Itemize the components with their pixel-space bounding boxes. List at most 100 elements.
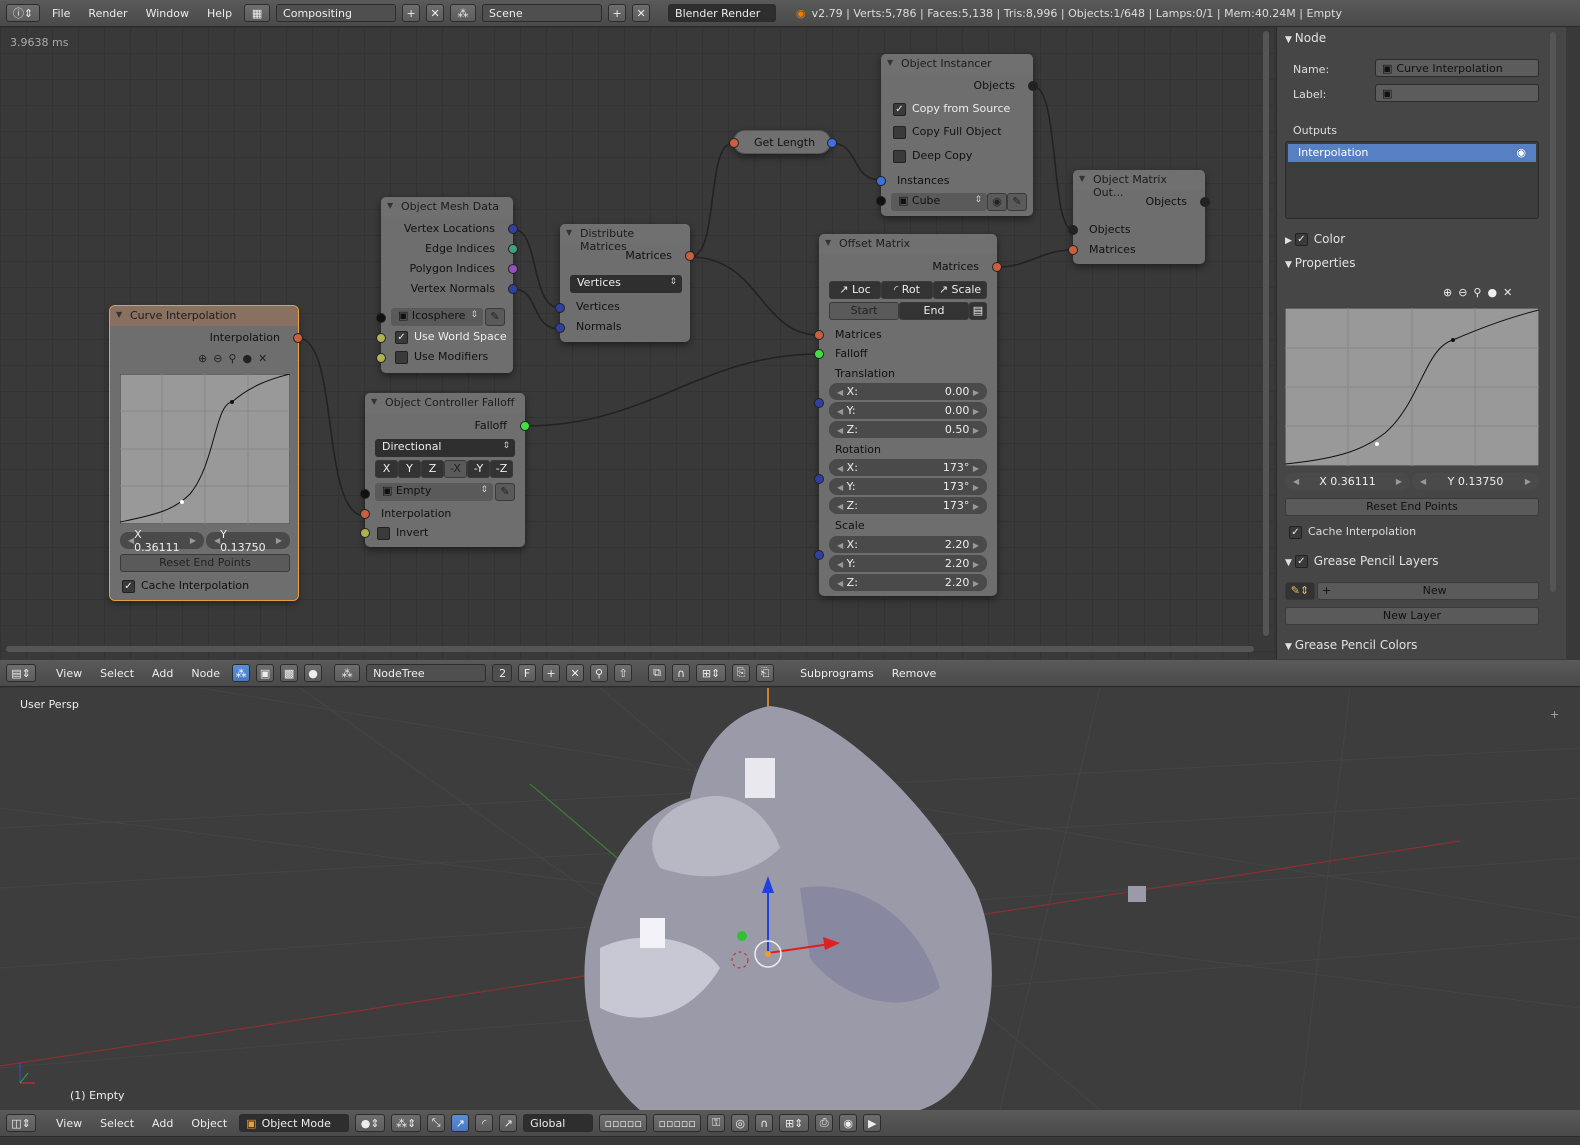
- socket[interactable]: [360, 489, 370, 499]
- object-field[interactable]: ▣ Empty: [375, 483, 493, 501]
- remove-scene-icon[interactable]: ✕: [632, 4, 651, 22]
- socket[interactable]: [685, 251, 695, 261]
- interpolation-output-socket[interactable]: [293, 333, 303, 343]
- socket[interactable]: [814, 330, 824, 340]
- start-button[interactable]: Start: [829, 302, 899, 320]
- socket[interactable]: [360, 509, 370, 519]
- node-title[interactable]: Offset Matrix: [819, 234, 997, 254]
- parent-icon[interactable]: ⇧: [614, 664, 633, 682]
- options-icon[interactable]: ▤: [969, 302, 987, 320]
- panel-scrollbar[interactable]: [1550, 32, 1556, 592]
- grease-pencil-layers-header[interactable]: ✓Grease Pencil Layers: [1285, 554, 1439, 568]
- editor-type-icon[interactable]: ▤⇕: [6, 664, 36, 682]
- use-world-space-checkbox[interactable]: ✓ Use World Space: [395, 330, 507, 344]
- mode-select[interactable]: Vertices: [570, 275, 682, 293]
- paste-icon[interactable]: ⎗: [756, 664, 775, 682]
- fake-user-button[interactable]: F: [518, 664, 537, 682]
- users-count[interactable]: 2: [492, 664, 513, 682]
- add-tree-icon[interactable]: +: [542, 664, 561, 682]
- socket[interactable]: [876, 196, 886, 206]
- pivot-icon[interactable]: ⁂⇕: [391, 1114, 422, 1132]
- socket[interactable]: [508, 244, 518, 254]
- scene-field[interactable]: Scene: [482, 4, 603, 22]
- texture-icon[interactable]: ▩: [280, 664, 299, 682]
- object-instancer-node[interactable]: Object Instancer Objects ✓Copy from Sour…: [876, 54, 1038, 216]
- snap-target-icon[interactable]: ⊞⇕: [696, 664, 727, 682]
- rotation-z-field[interactable]: ◀ Z: 173° ▶: [829, 497, 987, 514]
- menu-select[interactable]: Select: [94, 1117, 140, 1130]
- curve-y-field[interactable]: ◀ Y 0.13750 ▶: [206, 528, 290, 554]
- add-scene-icon[interactable]: +: [608, 4, 627, 22]
- eyedropper-icon[interactable]: ✎: [1007, 193, 1027, 211]
- socket[interactable]: [555, 303, 565, 313]
- info-editor-icon[interactable]: ⓘ⇕: [6, 4, 40, 22]
- menu-object[interactable]: Object: [185, 1117, 233, 1130]
- socket[interactable]: [827, 138, 837, 148]
- layers-grid-b[interactable]: ▫▫▫▫▫: [653, 1114, 702, 1132]
- layers-grid-a[interactable]: ▫▫▫▫▫: [599, 1114, 648, 1132]
- socket[interactable]: [1200, 197, 1210, 207]
- socket[interactable]: [1028, 81, 1038, 91]
- translation-z-field[interactable]: ◀ Z: 0.50 ▶: [829, 421, 987, 438]
- socket[interactable]: [555, 323, 565, 333]
- add-layout-icon[interactable]: +: [402, 4, 421, 22]
- curve-tools[interactable]: ⊕⊖⚲●✕: [1443, 286, 1518, 299]
- remove-layout-icon[interactable]: ✕: [426, 4, 445, 22]
- color-panel-header[interactable]: ✓Color: [1285, 232, 1345, 246]
- label-field[interactable]: ▣: [1375, 84, 1539, 102]
- get-length-node[interactable]: Get Length: [729, 130, 837, 154]
- eyedropper-icon[interactable]: ✎: [485, 308, 505, 326]
- curve-tools[interactable]: ⊕⊖⚲●✕: [198, 352, 273, 365]
- lock-icon[interactable]: ⚿: [707, 1114, 726, 1132]
- reset-end-points-button[interactable]: Reset End Points: [1285, 498, 1539, 516]
- socket[interactable]: [1068, 245, 1078, 255]
- curve-widget[interactable]: [120, 374, 290, 524]
- editor-type-icon[interactable]: ◫⇕: [6, 1114, 36, 1132]
- rot-tab[interactable]: ◜ Rot: [881, 281, 933, 299]
- node-tree-field[interactable]: NodeTree: [366, 664, 487, 682]
- translate-icon[interactable]: ↗: [451, 1114, 470, 1132]
- remove-menu[interactable]: Remove: [886, 667, 943, 680]
- use-modifiers-checkbox[interactable]: Use Modifiers: [395, 350, 488, 364]
- object-matrix-output-node[interactable]: Object Matrix Out... Objects Objects Mat…: [1068, 170, 1210, 264]
- node-title[interactable]: Distribute Matrices: [560, 224, 690, 253]
- socket[interactable]: [508, 224, 518, 234]
- socket[interactable]: [508, 284, 518, 294]
- axis-y-button[interactable]: Y: [398, 460, 421, 478]
- scale-x-field[interactable]: ◀ X: 2.20 ▶: [829, 536, 987, 553]
- socket[interactable]: [992, 262, 1002, 272]
- socket[interactable]: [360, 528, 370, 538]
- gp-new-button[interactable]: + New: [1317, 582, 1539, 600]
- subprograms-menu[interactable]: Subprograms: [794, 667, 880, 680]
- nodetree-icon[interactable]: ⁂: [334, 664, 361, 682]
- node-tree-type-icon[interactable]: ⁂: [232, 664, 251, 682]
- socket[interactable]: [814, 550, 824, 560]
- object-field[interactable]: ▣ Cube: [891, 193, 987, 211]
- object-controller-falloff-node[interactable]: Object Controller Falloff Falloff Direct…: [360, 393, 530, 547]
- curve-interpolation-node[interactable]: Curve Interpolation Interpolation ⊕⊖⚲●✕ …: [109, 305, 303, 601]
- pin-icon[interactable]: ⚲: [590, 664, 609, 682]
- render-anim-icon[interactable]: ▶: [863, 1114, 882, 1132]
- socket[interactable]: [508, 264, 518, 274]
- proportional-icon[interactable]: ◎: [731, 1114, 750, 1132]
- output-list-item[interactable]: Interpolation ◉: [1288, 144, 1536, 162]
- socket[interactable]: [729, 138, 739, 148]
- eye-icon[interactable]: ◉: [987, 193, 1007, 211]
- 3d-viewport[interactable]: User Persp (1) Empty +: [0, 688, 1580, 1110]
- scale-y-field[interactable]: ◀ Y: 2.20 ▶: [829, 555, 987, 572]
- rotation-x-field[interactable]: ◀ X: 173° ▶: [829, 459, 987, 476]
- snap-icon[interactable]: ∩: [755, 1114, 774, 1132]
- screen-layout-field[interactable]: Compositing: [276, 4, 397, 22]
- rotation-y-field[interactable]: ◀ Y: 173° ▶: [829, 478, 987, 495]
- translation-y-field[interactable]: ◀ Y: 0.00 ▶: [829, 402, 987, 419]
- mode-select[interactable]: ▣ Object Mode: [239, 1114, 350, 1132]
- deep-copy-checkbox[interactable]: Deep Copy: [893, 149, 972, 163]
- render-engine-select[interactable]: Blender Render: [668, 4, 777, 22]
- menu-add[interactable]: Add: [146, 1117, 179, 1130]
- axis-x-button[interactable]: X: [375, 460, 398, 478]
- node-title[interactable]: Object Controller Falloff: [365, 393, 525, 413]
- menu-select[interactable]: Select: [94, 667, 140, 680]
- socket[interactable]: [376, 313, 386, 323]
- checkbox-icon[interactable]: ✓: [122, 579, 135, 593]
- socket[interactable]: [1068, 225, 1078, 235]
